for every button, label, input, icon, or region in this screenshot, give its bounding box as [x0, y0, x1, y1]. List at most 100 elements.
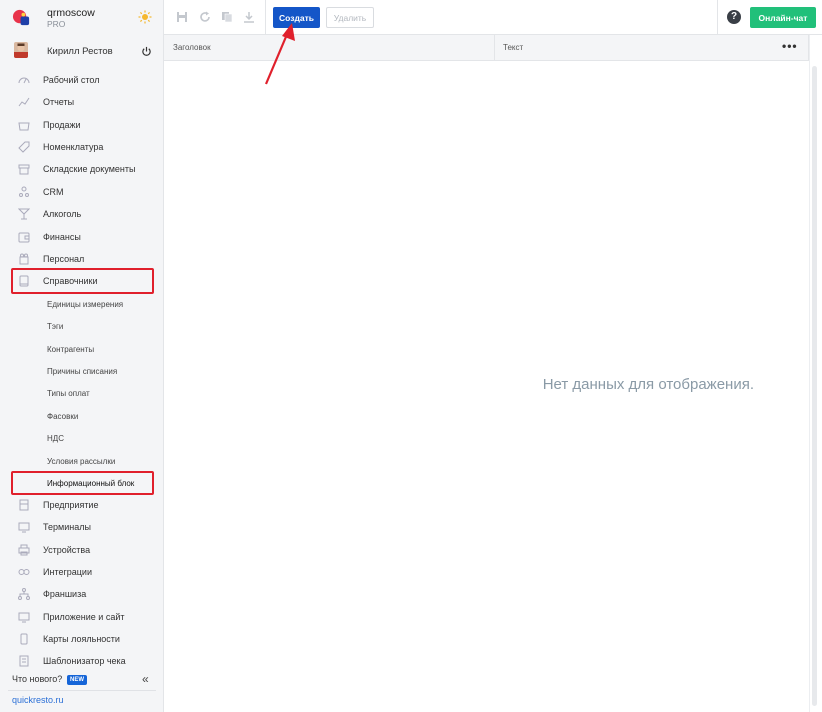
monitor-icon: [18, 612, 30, 623]
logo-icon: [12, 9, 30, 26]
nav-item-finance[interactable]: Финансы: [0, 226, 164, 248]
sub-label: НДС: [47, 434, 64, 443]
nav-label: Франшиза: [43, 589, 87, 599]
terminal-icon: [18, 522, 30, 533]
nav-item-terminals[interactable]: Терминалы: [0, 516, 164, 538]
sub-label: Информационный блок: [47, 479, 135, 488]
empty-state-message: Нет данных для отображения.: [542, 376, 754, 393]
nav-label: CRM: [43, 187, 64, 197]
refresh-icon[interactable]: [199, 11, 211, 23]
dashboard-icon: [18, 77, 30, 84]
user-profile[interactable]: Кирилл Рестов: [0, 40, 164, 62]
glass-icon: [18, 208, 30, 220]
user-name: Кирилл Рестов: [47, 46, 113, 57]
nav-label: Шаблонизатор чека: [43, 656, 126, 666]
nav-item-reports[interactable]: Отчеты: [0, 91, 164, 113]
sub-item-vat[interactable]: НДС: [0, 427, 164, 449]
plan-label: PRO: [47, 19, 66, 29]
site-link[interactable]: quickresto.ru: [12, 695, 64, 705]
nav-item-crm[interactable]: CRM: [0, 181, 164, 203]
nav-label: Складские документы: [43, 164, 136, 174]
sub-label: Единицы измерения: [47, 300, 124, 309]
book-icon: [19, 275, 29, 287]
nav-item-loyalty-cards[interactable]: Карты лояльности: [0, 628, 164, 650]
nav-item-alcohol[interactable]: Алкоголь: [0, 203, 164, 225]
sub-item-writeoff-reasons[interactable]: Причины списания: [0, 360, 164, 382]
sidebar: qrmoscow PRO Кирилл Рестов Рабочий стол …: [0, 0, 164, 712]
online-chat-button[interactable]: Онлайн-чат: [750, 7, 816, 28]
app-window: qrmoscow PRO Кирилл Рестов Рабочий стол …: [0, 0, 822, 712]
nav-label: Рабочий стол: [43, 75, 100, 85]
nav-item-franchise[interactable]: Франшиза: [0, 583, 164, 605]
sun-icon[interactable]: [138, 10, 152, 24]
building-icon: [19, 499, 29, 511]
help-icon[interactable]: ?: [727, 10, 741, 24]
nav-item-directories[interactable]: Справочники: [0, 270, 164, 292]
more-options-icon[interactable]: •••: [782, 39, 798, 53]
nav-label: Персонал: [43, 254, 85, 264]
nav-label: Карты лояльности: [43, 634, 120, 644]
nav-item-warehouse-docs[interactable]: Складские документы: [0, 158, 164, 180]
wallet-icon: [18, 232, 30, 243]
new-badge: NEW: [67, 675, 87, 685]
nav-item-sales[interactable]: Продажи: [0, 114, 164, 136]
card-icon: [20, 633, 28, 645]
nav-label: Справочники: [43, 276, 98, 286]
basket-icon: [18, 122, 30, 131]
nav-item-nomenclature[interactable]: Номенклатура: [0, 136, 164, 158]
delete-button[interactable]: Удалить: [326, 7, 374, 28]
brand-header[interactable]: qrmoscow PRO: [0, 0, 164, 34]
people-icon: [19, 186, 29, 197]
nav-label: Алкоголь: [43, 209, 82, 219]
tag-icon: [18, 141, 30, 153]
nav-label: Отчеты: [43, 97, 75, 107]
nav-label: Приложение и сайт: [43, 612, 125, 622]
sub-label: Контрагенты: [47, 345, 95, 354]
annotation-arrow-icon: [264, 23, 295, 85]
sub-label: Фасовки: [47, 412, 79, 421]
sub-label: Условия рассылки: [47, 457, 116, 466]
nav-item-staff[interactable]: Персонал: [0, 248, 164, 270]
archive-icon: [18, 164, 30, 175]
divider: [8, 690, 156, 691]
sub-item-payment-types[interactable]: Типы оплат: [0, 382, 164, 404]
nav-label: Продажи: [43, 120, 81, 130]
download-icon[interactable]: [243, 11, 255, 23]
chart-icon: [18, 97, 30, 107]
sub-item-tags[interactable]: Тэги: [0, 315, 164, 337]
collapse-sidebar-icon[interactable]: «: [142, 672, 149, 686]
divider: [717, 0, 718, 35]
nav-label: Устройства: [43, 545, 91, 555]
nav-item-app-site[interactable]: Приложение и сайт: [0, 606, 164, 628]
nav-label: Финансы: [43, 232, 81, 242]
account-name: qrmoscow: [47, 7, 95, 19]
sub-label: Типы оплат: [47, 389, 90, 398]
nav-item-integrations[interactable]: Интеграции: [0, 561, 164, 583]
avatar: [14, 42, 28, 58]
scrollbar[interactable]: [812, 66, 817, 706]
nav-item-receipt-templates[interactable]: Шаблонизатор чека: [0, 650, 164, 672]
power-icon[interactable]: [141, 46, 152, 57]
column-divider[interactable]: [494, 35, 495, 61]
column-header-text[interactable]: Текст: [503, 43, 523, 52]
column-header-title[interactable]: Заголовок: [173, 43, 211, 52]
sub-item-packaging[interactable]: Фасовки: [0, 405, 164, 427]
nav-item-enterprise[interactable]: Предприятие: [0, 494, 164, 516]
sub-item-info-block[interactable]: Информационный блок: [0, 472, 164, 494]
nav-item-dashboard[interactable]: Рабочий стол: [0, 69, 164, 91]
copy-icon[interactable]: [221, 11, 233, 23]
staff-icon: [19, 253, 29, 265]
receipt-icon: [19, 655, 29, 667]
sub-label: Причины списания: [47, 367, 118, 376]
nav-label: Номенклатура: [43, 142, 104, 152]
sub-label: Тэги: [47, 322, 64, 331]
nav-item-devices[interactable]: Устройства: [0, 539, 164, 561]
link-icon: [18, 569, 30, 575]
network-icon: [18, 588, 30, 600]
sub-item-contractors[interactable]: Контрагенты: [0, 338, 164, 360]
whats-new-link[interactable]: Что нового?: [12, 674, 62, 684]
printer-icon: [18, 544, 30, 556]
sub-item-mailing-conditions[interactable]: Условия рассылки: [0, 450, 164, 472]
sub-item-units[interactable]: Единицы измерения: [0, 293, 164, 315]
save-icon[interactable]: [176, 11, 188, 23]
